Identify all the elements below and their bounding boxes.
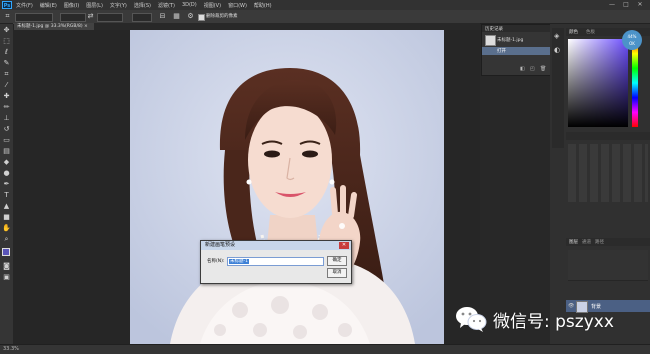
crop-tool-icon[interactable]: ⌗: [3, 12, 12, 21]
adjustments-grid[interactable]: [568, 144, 648, 202]
history-state-label: 打开: [497, 49, 506, 54]
delete-cropped-label: 删除裁剪的像素: [206, 14, 238, 19]
clear-button[interactable]: [132, 13, 152, 22]
badge-percent: 44%: [627, 34, 637, 39]
name-input[interactable]: 未标题-1: [227, 257, 324, 266]
zoom-readout[interactable]: 33.3%: [3, 346, 19, 352]
blur-tool-icon[interactable]: ◆: [2, 158, 11, 167]
screen-mode-icon[interactable]: ▣: [2, 273, 11, 282]
name-input-value: 未标题-1: [229, 259, 249, 264]
wechat-icon: [456, 307, 487, 332]
height-field[interactable]: [97, 13, 123, 22]
healing-brush-tool-icon[interactable]: ✚: [2, 92, 11, 101]
menu-item-image[interactable]: 图像(I): [64, 2, 79, 9]
new-document-icon[interactable]: ◰: [530, 66, 535, 72]
photoshop-logo: Ps: [2, 1, 12, 9]
dock-icon-strip: ◈ ◐: [552, 28, 564, 148]
ratio-dropdown[interactable]: [15, 13, 53, 22]
history-panel-header: 历史记录: [482, 25, 550, 32]
cancel-button[interactable]: 取消: [327, 268, 347, 278]
menu-item-file[interactable]: 文件(F): [16, 2, 33, 9]
layer-controls[interactable]: [568, 250, 648, 281]
pen-tool-icon[interactable]: ✒: [2, 180, 11, 189]
adjustments-header: [566, 132, 650, 140]
swatches-tab[interactable]: 色板: [586, 29, 595, 35]
document-tab-strip: 未标题-1.jpg @ 33.3%(RGB/8) ×: [13, 23, 480, 30]
toolbox: ✥ ⬚ ℓ ✎ ⌗ ⁄ ✚ ✏ ⊥ ↺ ▭ ▤ ◆ ● ✒ T ▲ ■ ✋ ⌕ …: [0, 24, 14, 344]
clone-stamp-tool-icon[interactable]: ⊥: [2, 114, 11, 123]
straighten-icon[interactable]: ⊟: [158, 12, 167, 21]
new-brush-preset-dialog: 新建画笔预设 ✕ 名称(N): 未标题-1 确定 取消: [200, 240, 352, 284]
ok-button[interactable]: 确定: [327, 256, 347, 266]
paths-tab[interactable]: 路径: [595, 239, 604, 245]
eyedropper-tool-icon[interactable]: ⁄: [2, 81, 11, 90]
channels-tab[interactable]: 通道: [582, 239, 591, 245]
menu-bar: Ps 文件(F) 编辑(E) 图像(I) 图层(L) 文字(Y) 选择(S) 滤…: [0, 0, 650, 10]
wechat-watermark: 微信号: pszyxx: [455, 301, 614, 337]
close-window-button[interactable]: ✕: [634, 0, 646, 10]
minimize-button[interactable]: —: [606, 0, 618, 10]
marquee-tool-icon[interactable]: ⬚: [2, 37, 11, 46]
menu-item-layer[interactable]: 图层(L): [86, 2, 103, 9]
layers-panel-header: 图层 通道 路径: [566, 238, 650, 246]
performance-badge: 44% OK: [622, 30, 642, 50]
name-label: 名称(N):: [207, 259, 225, 264]
options-bar: ⌗ ⇄ ⊟ ▦ ⚙ 删除裁剪的像素: [0, 10, 650, 24]
grid-overlay-icon[interactable]: ▦: [172, 12, 181, 21]
badge-status: OK: [629, 41, 635, 46]
type-tool-icon[interactable]: T: [2, 191, 11, 200]
lasso-tool-icon[interactable]: ℓ: [2, 48, 11, 57]
menu-item-edit[interactable]: 编辑(E): [40, 2, 57, 9]
history-tab[interactable]: 历史记录: [485, 26, 503, 32]
dialog-close-button[interactable]: ✕: [339, 242, 349, 249]
color-tab[interactable]: 颜色: [569, 29, 578, 35]
color-panel-icon[interactable]: ◈: [554, 32, 559, 40]
menu-item-filter[interactable]: 滤镜(T): [158, 2, 175, 9]
crop-tool-icon[interactable]: ⌗: [2, 70, 11, 79]
trash-icon[interactable]: 🗑: [540, 66, 546, 72]
maximize-button[interactable]: □: [620, 0, 632, 10]
snapshot-thumbnail[interactable]: [485, 35, 496, 46]
quick-select-tool-icon[interactable]: ✎: [2, 59, 11, 68]
hue-slider[interactable]: [632, 39, 638, 127]
history-state-row[interactable]: 打开: [482, 47, 550, 55]
menu-item-window[interactable]: 窗口(W): [228, 2, 247, 9]
foreground-color-swatch[interactable]: [2, 248, 10, 256]
snapshot-label[interactable]: 未标题-1.jpg: [497, 37, 523, 43]
watermark-text: 微信号: pszyxx: [493, 311, 614, 332]
move-tool-icon[interactable]: ✥: [2, 26, 11, 35]
zoom-tool-icon[interactable]: ⌕: [2, 235, 11, 244]
history-panel: 历史记录 未标题-1.jpg 打开 ◧ ◰ 🗑: [481, 24, 551, 76]
settings-gear-icon[interactable]: ⚙: [186, 12, 195, 21]
menu-item-select[interactable]: 选择(S): [134, 2, 151, 9]
path-select-tool-icon[interactable]: ▲: [2, 202, 11, 211]
history-brush-tool-icon[interactable]: ↺: [2, 125, 11, 134]
menu-item-help[interactable]: 帮助(H): [254, 2, 272, 9]
menu-item-type[interactable]: 文字(Y): [110, 2, 127, 9]
delete-cropped-checkbox[interactable]: [198, 14, 205, 21]
color-field[interactable]: [568, 39, 628, 127]
swap-icon[interactable]: ⇄: [86, 12, 95, 21]
quick-mask-icon[interactable]: ◙: [2, 262, 11, 271]
hand-tool-icon[interactable]: ✋: [2, 224, 11, 233]
document-tab[interactable]: 未标题-1.jpg @ 33.3%(RGB/8) ×: [13, 23, 94, 30]
eraser-tool-icon[interactable]: ▭: [2, 136, 11, 145]
brush-tool-icon[interactable]: ✏: [2, 103, 11, 112]
width-field[interactable]: [60, 13, 86, 22]
menu-item-3d[interactable]: 3D(D): [182, 2, 197, 8]
right-panel-dock: ◈ ◐ 颜色 色板 44% OK 图层 通道 路径 👁 背景: [550, 24, 650, 344]
gradient-tool-icon[interactable]: ▤: [2, 147, 11, 156]
new-snapshot-icon[interactable]: ◧: [520, 66, 525, 72]
shape-tool-icon[interactable]: ■: [2, 213, 11, 222]
portrait-photo: [130, 30, 444, 344]
canvas-image[interactable]: [130, 30, 444, 344]
dodge-tool-icon[interactable]: ●: [2, 169, 11, 178]
menu-item-view[interactable]: 视图(V): [204, 2, 221, 9]
adjustments-panel-icon[interactable]: ◐: [554, 46, 560, 54]
dialog-title: 新建画笔预设: [201, 241, 351, 250]
layers-tab[interactable]: 图层: [569, 239, 578, 245]
